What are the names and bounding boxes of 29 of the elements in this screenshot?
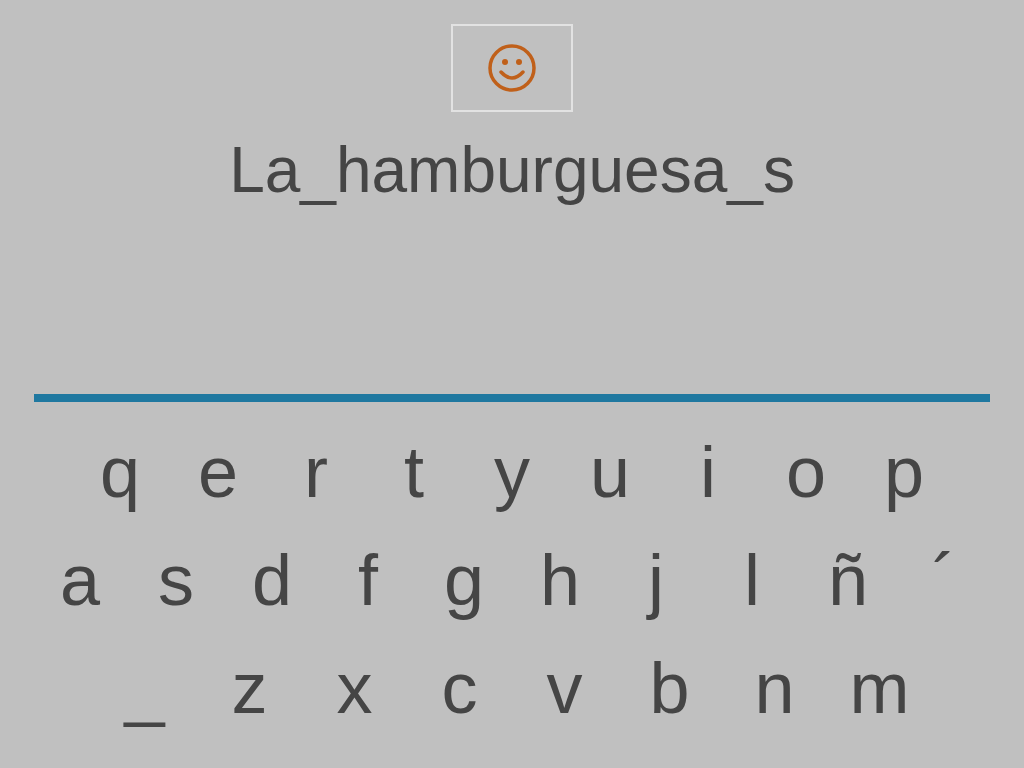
letter-key[interactable]: d — [224, 530, 320, 630]
letter-key[interactable]: h — [512, 530, 608, 630]
letter-key[interactable]: m — [827, 638, 932, 738]
smiley-icon — [487, 43, 537, 93]
letter-key[interactable]: p — [855, 422, 953, 522]
letter-key[interactable]: f — [320, 530, 416, 630]
letter-key[interactable]: l — [704, 530, 800, 630]
letter-key[interactable]: x — [302, 638, 407, 738]
letter-key[interactable]: a — [32, 530, 128, 630]
letter-key[interactable]: b — [617, 638, 722, 738]
letter-key[interactable]: n — [722, 638, 827, 738]
letter-key[interactable]: o — [757, 422, 855, 522]
letter-key[interactable]: u — [561, 422, 659, 522]
letter-key[interactable]: z — [197, 638, 302, 738]
letter-key[interactable]: g — [416, 530, 512, 630]
letter-key[interactable]: j — [608, 530, 704, 630]
letter-key[interactable]: c — [407, 638, 512, 738]
letter-key[interactable]: e — [169, 422, 267, 522]
letter-key[interactable]: _ — [92, 638, 197, 738]
letter-key[interactable]: ñ — [800, 530, 896, 630]
letter-key[interactable]: t — [365, 422, 463, 522]
letter-key[interactable]: v — [512, 638, 617, 738]
answer-text: La_hamburguesa_s — [229, 133, 795, 208]
letter-key[interactable]: q — [71, 422, 169, 522]
letter-key[interactable]: ´ — [896, 530, 992, 630]
letter-key[interactable]: i — [659, 422, 757, 522]
letter-key[interactable]: r — [267, 422, 365, 522]
letter-key[interactable]: s — [128, 530, 224, 630]
letter-key[interactable]: y — [463, 422, 561, 522]
